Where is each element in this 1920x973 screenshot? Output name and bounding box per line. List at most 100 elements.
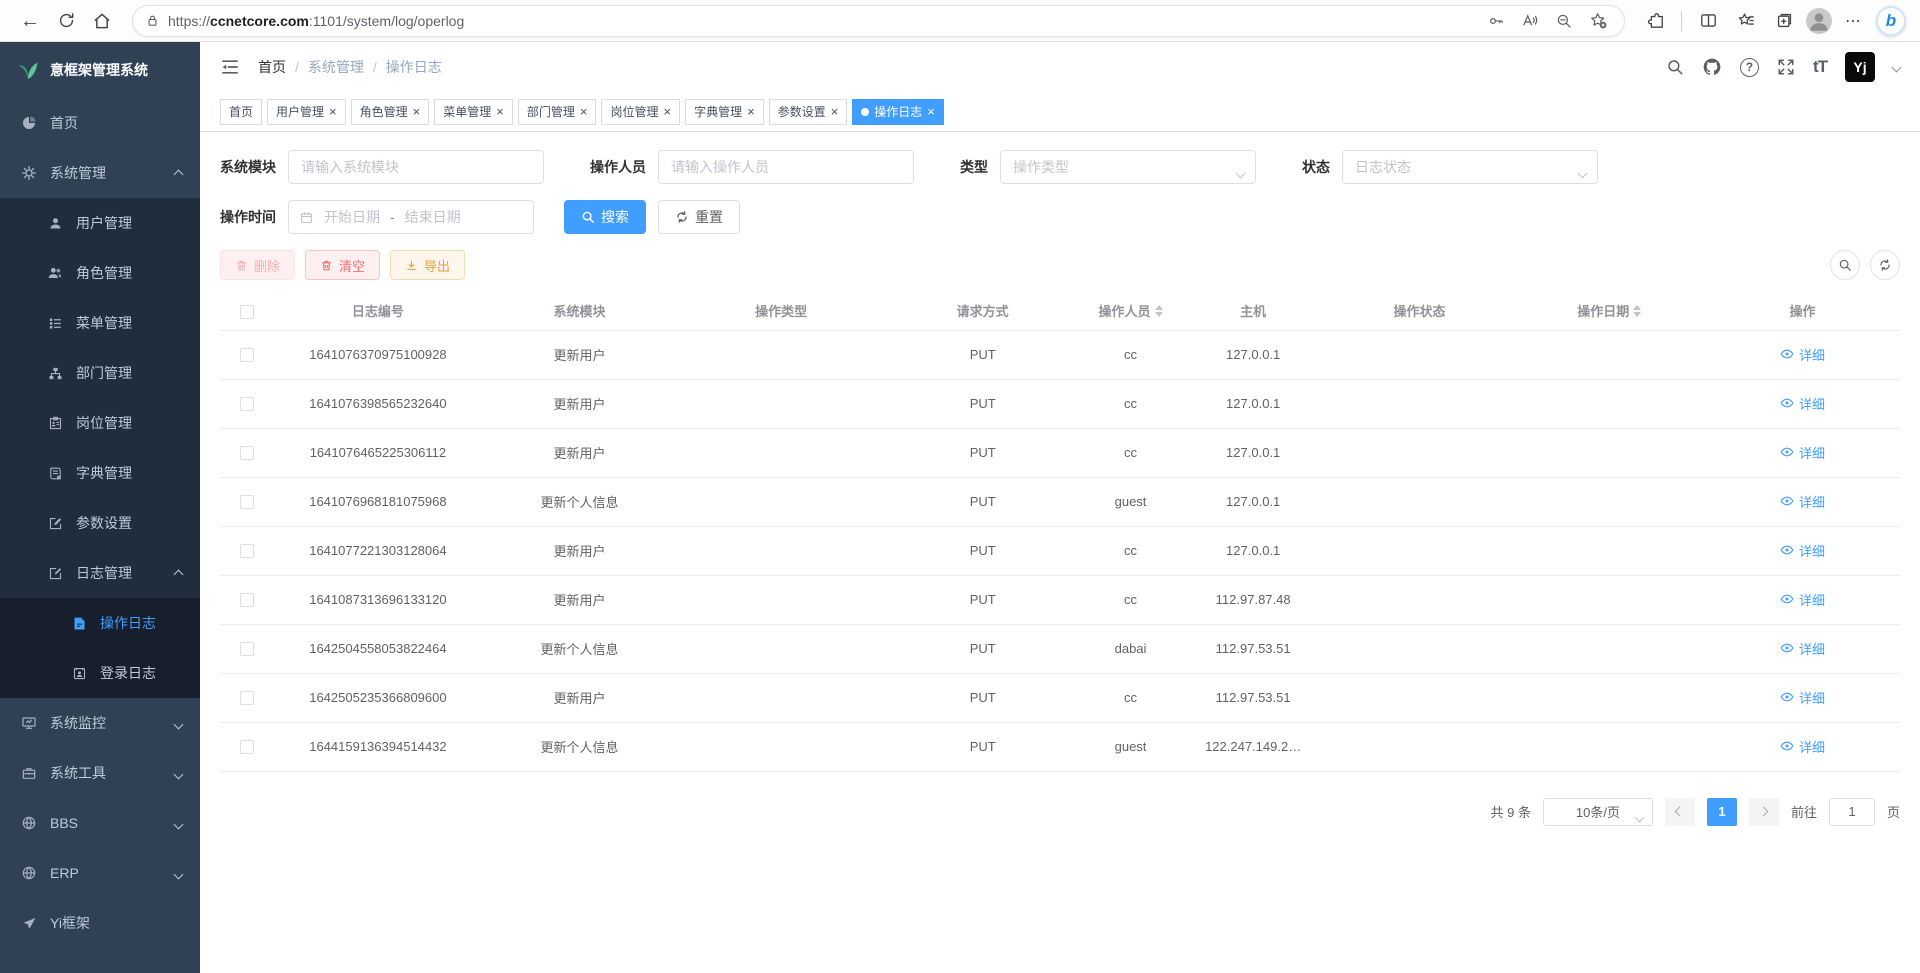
tab-home[interactable]: 首页 [220, 99, 262, 125]
browser-back-button[interactable]: ← [14, 5, 46, 37]
sidebar-item-user-management[interactable]: 用户管理 [0, 198, 200, 248]
fullscreen-button[interactable] [1777, 58, 1795, 76]
header-search-button[interactable] [1666, 58, 1684, 76]
detail-link[interactable]: 详细 [1780, 443, 1825, 462]
row-checkbox[interactable] [240, 593, 254, 607]
clear-button[interactable]: 清空 [305, 250, 380, 280]
row-checkbox[interactable] [240, 348, 254, 362]
sidebar-item-bbs[interactable]: BBS [0, 798, 200, 848]
detail-link[interactable]: 详细 [1780, 492, 1825, 511]
operator-input[interactable] [658, 150, 914, 184]
close-icon[interactable]: × [496, 105, 504, 118]
close-icon[interactable]: × [329, 105, 337, 118]
export-button[interactable]: 导出 [390, 250, 465, 280]
sidebar-item-role-management[interactable]: 角色管理 [0, 248, 200, 298]
breadcrumb-item[interactable]: 首页 [258, 57, 286, 77]
breadcrumb-item[interactable]: 系统管理 [308, 57, 364, 77]
page-size-select[interactable]: 10条/页 [1543, 798, 1653, 826]
status-select[interactable]: 日志状态 [1342, 150, 1598, 184]
row-checkbox[interactable] [240, 691, 254, 705]
prev-page-button[interactable] [1665, 798, 1695, 826]
page-number-1[interactable]: 1 [1707, 798, 1737, 826]
tab-dict-management[interactable]: 字典管理× [685, 99, 764, 125]
bing-chat-button[interactable]: b [1876, 6, 1906, 36]
tab-user-management[interactable]: 用户管理× [267, 99, 346, 125]
next-page-button[interactable] [1749, 798, 1779, 826]
user-avatar-logo[interactable]: Yj [1845, 52, 1875, 82]
sidebar-item-menu-management[interactable]: 菜单管理 [0, 298, 200, 348]
detail-link[interactable]: 详细 [1780, 345, 1825, 364]
address-bar[interactable]: https://ccnetcore.com:1101/system/log/op… [132, 5, 1625, 37]
tab-menu-management[interactable]: 菜单管理× [434, 99, 513, 125]
jump-page-input[interactable]: 1 [1829, 798, 1875, 826]
close-icon[interactable]: × [580, 105, 588, 118]
github-button[interactable] [1702, 57, 1722, 77]
sidebar-item-home[interactable]: 首页 [0, 98, 200, 148]
favorites-button[interactable] [1730, 5, 1762, 37]
help-button[interactable]: ? [1740, 58, 1759, 77]
table-refresh-button[interactable] [1870, 250, 1900, 280]
search-button[interactable]: 搜索 [564, 200, 646, 234]
detail-link[interactable]: 详细 [1780, 688, 1825, 707]
row-checkbox[interactable] [240, 544, 254, 558]
sidebar-item-log-management[interactable]: 日志管理 [0, 548, 200, 598]
table-search-toggle-button[interactable] [1830, 250, 1860, 280]
type-select[interactable]: 操作类型 [1000, 150, 1256, 184]
col-op-type: 操作类型 [677, 292, 885, 330]
close-icon[interactable]: × [413, 105, 421, 118]
row-checkbox[interactable] [240, 397, 254, 411]
sidebar-item-system-management[interactable]: 系统管理 [0, 148, 200, 198]
add-favorite-button[interactable] [1584, 7, 1612, 35]
zoom-out-button[interactable] [1550, 7, 1578, 35]
sidebar-item-erp[interactable]: ERP [0, 848, 200, 898]
sidebar-item-system-tools[interactable]: 系统工具 [0, 748, 200, 798]
reset-button[interactable]: 重置 [658, 200, 740, 234]
browser-home-button[interactable] [86, 5, 118, 37]
sidebar-item-param-settings[interactable]: 参数设置 [0, 498, 200, 548]
profile-button[interactable] [1806, 8, 1832, 34]
tab-param-settings[interactable]: 参数设置× [769, 99, 848, 125]
sort-icon[interactable] [1155, 305, 1163, 317]
sidebar-item-yi-framework[interactable]: Yi框架 [0, 898, 200, 948]
date-range-picker[interactable]: 开始日期 - 结束日期 [288, 200, 534, 234]
read-aloud-button[interactable] [1516, 7, 1544, 35]
tab-oper-log[interactable]: 操作日志× [852, 99, 944, 125]
split-screen-button[interactable] [1692, 5, 1724, 37]
col-date[interactable]: 操作日期 [1514, 292, 1706, 330]
tab-post-management[interactable]: 岗位管理× [601, 99, 680, 125]
font-size-button[interactable]: tT [1813, 57, 1827, 77]
sidebar-item-post-management[interactable]: 岗位管理 [0, 398, 200, 448]
password-key-button[interactable] [1482, 7, 1510, 35]
row-checkbox[interactable] [240, 495, 254, 509]
sidebar-toggle-button[interactable] [220, 57, 240, 77]
close-icon[interactable]: × [747, 105, 755, 118]
tab-role-management[interactable]: 角色管理× [351, 99, 430, 125]
browser-menu-button[interactable]: ⋯ [1838, 5, 1870, 37]
row-checkbox[interactable] [240, 642, 254, 656]
module-input[interactable] [288, 150, 544, 184]
select-all-checkbox[interactable] [240, 305, 254, 319]
browser-refresh-button[interactable] [50, 5, 82, 37]
delete-button[interactable]: 删除 [220, 250, 295, 280]
col-operator[interactable]: 操作人员 [1080, 292, 1181, 330]
sidebar-item-oper-log[interactable]: 操作日志 [0, 598, 200, 648]
detail-link[interactable]: 详细 [1780, 639, 1825, 658]
user-dropdown-caret-icon[interactable] [1893, 58, 1900, 76]
close-icon[interactable]: × [831, 105, 839, 118]
collections-button[interactable] [1768, 5, 1800, 37]
detail-link[interactable]: 详细 [1780, 737, 1825, 756]
extensions-button[interactable] [1639, 5, 1671, 37]
row-checkbox[interactable] [240, 740, 254, 754]
close-icon[interactable]: × [927, 105, 935, 118]
sidebar-item-dict-management[interactable]: 字典管理 [0, 448, 200, 498]
tab-dept-management[interactable]: 部门管理× [518, 99, 597, 125]
sidebar-item-login-log[interactable]: 登录日志 [0, 648, 200, 698]
detail-link[interactable]: 详细 [1780, 541, 1825, 560]
sort-icon[interactable] [1633, 305, 1641, 317]
sidebar-item-system-monitor[interactable]: 系统监控 [0, 698, 200, 748]
detail-link[interactable]: 详细 [1780, 394, 1825, 413]
close-icon[interactable]: × [663, 105, 671, 118]
row-checkbox[interactable] [240, 446, 254, 460]
sidebar-item-dept-management[interactable]: 部门管理 [0, 348, 200, 398]
detail-link[interactable]: 详细 [1780, 590, 1825, 609]
